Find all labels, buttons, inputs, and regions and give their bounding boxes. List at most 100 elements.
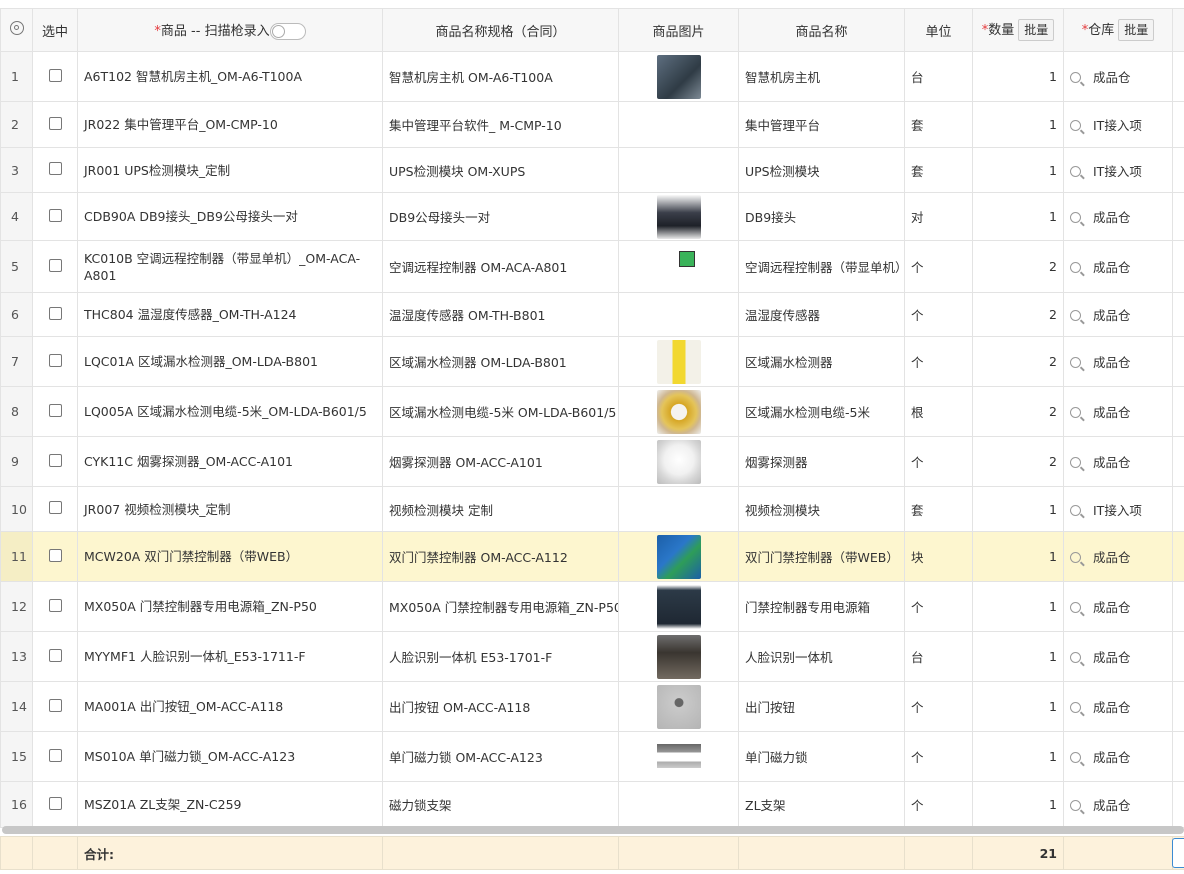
product-spec-cell[interactable]: 出门按钮 OM-ACC-A118 [382, 681, 619, 732]
table-row[interactable]: 12 MX050A 门禁控制器专用电源箱_ZN-P50 MX050A 门禁控制器专用… [0, 581, 1184, 632]
search-icon[interactable] [1070, 120, 1081, 131]
search-icon[interactable] [1070, 72, 1081, 83]
row-checkbox[interactable] [48, 648, 62, 662]
qty-cell[interactable]: 2 [972, 436, 1064, 487]
product-image-cell[interactable] [618, 436, 739, 487]
row-checkbox[interactable] [48, 598, 62, 612]
product-name-cell[interactable]: DB9接头 [738, 192, 905, 241]
row-checkbox[interactable] [48, 162, 62, 175]
table-row[interactable]: 10 JR007 视频检测模块_定制 视频检测模块 定制 视频检测模块套 1 IT接入项 [0, 486, 1184, 532]
warehouse-cell[interactable]: 成品仓 [1063, 531, 1173, 582]
product-image-cell[interactable] [618, 581, 739, 632]
product-image[interactable] [656, 684, 701, 729]
row-checkbox[interactable] [48, 68, 62, 82]
product-code-cell[interactable]: JR007 视频检测模块_定制 [77, 486, 383, 532]
row-checkbox[interactable] [48, 116, 62, 130]
table-row[interactable]: 7 LQC01A 区域漏水检测器_OM-LDA-B801 区域漏水检测器 OM-LD… [0, 336, 1184, 387]
product-image-cell[interactable] [618, 240, 739, 293]
warehouse-cell[interactable]: 成品仓 [1063, 292, 1173, 337]
warehouse-cell[interactable]: 成品仓 [1063, 731, 1173, 782]
warehouse-cell[interactable]: IT接入项 [1063, 101, 1173, 148]
product-name-cell[interactable]: 出门按钮 [738, 681, 905, 732]
product-code-cell[interactable]: KC010B 空调远程控制器（带显单机）_OM-ACA-A801 [77, 240, 383, 293]
table-row[interactable]: 2 JR022 集中管理平台_OM-CMP-10 集中管理平台软件_ M-CMP-1… [0, 101, 1184, 148]
product-image[interactable] [656, 339, 701, 384]
table-row[interactable]: 6 THC804 温湿度传感器_OM-TH-A124 温湿度传感器 OM-TH-B8… [0, 292, 1184, 337]
product-name-cell[interactable]: 门禁控制器专用电源箱 [738, 581, 905, 632]
warehouse-cell[interactable]: IT接入项 [1063, 486, 1173, 532]
product-image[interactable] [656, 194, 701, 239]
search-icon[interactable] [1070, 262, 1081, 273]
search-icon[interactable] [1070, 800, 1081, 811]
warehouse-cell[interactable]: IT接入项 [1063, 147, 1173, 193]
row-checkbox[interactable] [48, 353, 62, 367]
warehouse-cell[interactable]: 成品仓 [1063, 192, 1173, 241]
product-image-cell[interactable] [618, 336, 739, 387]
product-code-cell[interactable]: JR001 UPS检测模块_定制 [77, 147, 383, 193]
table-row[interactable]: 11 MCW20A 双门门禁控制器（带WEB） 双门门禁控制器 OM-ACC-A11… [0, 531, 1184, 582]
row-checkbox[interactable] [48, 208, 62, 222]
search-icon[interactable] [1070, 407, 1081, 418]
product-code-cell[interactable]: MSZ01A ZL支架_ZN-C259 [77, 781, 383, 828]
product-code-cell[interactable]: JR022 集中管理平台_OM-CMP-10 [77, 101, 383, 148]
product-code-cell[interactable]: LQC01A 区域漏水检测器_OM-LDA-B801 [77, 336, 383, 387]
product-code-cell[interactable]: MX050A 门禁控制器专用电源箱_ZN-P50 [77, 581, 383, 632]
horizontal-scrollbar[interactable] [2, 826, 1184, 834]
table-row[interactable]: 16 MSZ01A ZL支架_ZN-C259 磁力锁支架 ZL支架个 1 成品仓 [0, 781, 1184, 828]
product-spec-cell[interactable]: 磁力锁支架 [382, 781, 619, 828]
product-code-cell[interactable]: CYK11C 烟雾探测器_OM-ACC-A101 [77, 436, 383, 487]
product-name-cell[interactable]: 区域漏水检测电缆-5米 [738, 386, 905, 437]
table-row[interactable]: 9 CYK11C 烟雾探测器_OM-ACC-A101 烟雾探测器 OM-ACC-A1… [0, 436, 1184, 487]
product-image[interactable] [656, 54, 701, 99]
warehouse-cell[interactable]: 成品仓 [1063, 51, 1173, 102]
product-spec-cell[interactable]: 区域漏水检测器 OM-LDA-B801 [382, 336, 619, 387]
product-name-cell[interactable]: 智慧机房主机 [738, 51, 905, 102]
table-row[interactable]: 3 JR001 UPS检测模块_定制 UPS检测模块 OM-XUPS UPS检测模块套… [0, 147, 1184, 193]
warehouse-cell[interactable]: 成品仓 [1063, 386, 1173, 437]
product-image[interactable] [656, 734, 701, 779]
search-icon[interactable] [1070, 652, 1081, 663]
product-spec-cell[interactable]: 区域漏水检测电缆-5米 OM-LDA-B601/5 [382, 386, 619, 437]
table-row[interactable]: 5 KC010B 空调远程控制器（带显单机）_OM-ACA-A801 空调远程控制器… [0, 240, 1184, 293]
product-name-cell[interactable]: 集中管理平台 [738, 101, 905, 148]
search-icon[interactable] [1070, 165, 1081, 177]
table-row[interactable]: 4 CDB90A DB9接头_DB9公母接头一对 DB9公母接头一对 DB9接头对 1 成… [0, 192, 1184, 241]
qty-cell[interactable]: 1 [972, 681, 1064, 732]
product-code-cell[interactable]: A6T102 智慧机房主机_OM-A6-T100A [77, 51, 383, 102]
product-image[interactable] [656, 439, 701, 484]
product-spec-cell[interactable]: 温湿度传感器 OM-TH-B801 [382, 292, 619, 337]
product-image-cell[interactable] [618, 731, 739, 782]
qty-cell[interactable]: 2 [972, 386, 1064, 437]
focused-input-edge[interactable] [1172, 838, 1184, 868]
product-image[interactable] [656, 244, 701, 289]
product-code-cell[interactable]: CDB90A DB9接头_DB9公母接头一对 [77, 192, 383, 241]
search-icon[interactable] [1070, 212, 1081, 223]
product-spec-cell[interactable]: 视频检测模块 定制 [382, 486, 619, 532]
bulk-qty-button[interactable]: 批量 [1018, 19, 1055, 42]
row-checkbox[interactable] [48, 258, 62, 272]
qty-cell[interactable]: 1 [972, 631, 1064, 682]
search-icon[interactable] [1070, 357, 1081, 368]
warehouse-cell[interactable]: 成品仓 [1063, 240, 1173, 293]
row-checkbox[interactable] [48, 748, 62, 762]
product-name-cell[interactable]: 空调远程控制器（带显单机） [738, 240, 905, 293]
product-spec-cell[interactable]: MX050A 门禁控制器专用电源箱_ZN-P50 [382, 581, 619, 632]
qty-cell[interactable]: 1 [972, 531, 1064, 582]
search-icon[interactable] [1070, 310, 1081, 321]
product-code-cell[interactable]: THC804 温湿度传感器_OM-TH-A124 [77, 292, 383, 337]
product-spec-cell[interactable]: DB9公母接头一对 [382, 192, 619, 241]
qty-cell[interactable]: 1 [972, 51, 1064, 102]
row-checkbox[interactable] [48, 501, 62, 514]
column-settings-button[interactable] [0, 8, 33, 52]
product-code-cell[interactable]: MYYMF1 人脸识别一体机_E53-1711-F [77, 631, 383, 682]
product-name-cell[interactable]: 烟雾探测器 [738, 436, 905, 487]
product-image-cell[interactable] [618, 531, 739, 582]
qty-cell[interactable]: 1 [972, 581, 1064, 632]
bulk-warehouse-button[interactable]: 批量 [1118, 19, 1155, 42]
product-spec-cell[interactable]: 单门磁力锁 OM-ACC-A123 [382, 731, 619, 782]
scanner-input-toggle[interactable] [269, 23, 306, 40]
product-spec-cell[interactable]: 双门门禁控制器 OM-ACC-A112 [382, 531, 619, 582]
product-spec-cell[interactable]: 烟雾探测器 OM-ACC-A101 [382, 436, 619, 487]
qty-cell[interactable]: 1 [972, 192, 1064, 241]
qty-cell[interactable]: 2 [972, 292, 1064, 337]
